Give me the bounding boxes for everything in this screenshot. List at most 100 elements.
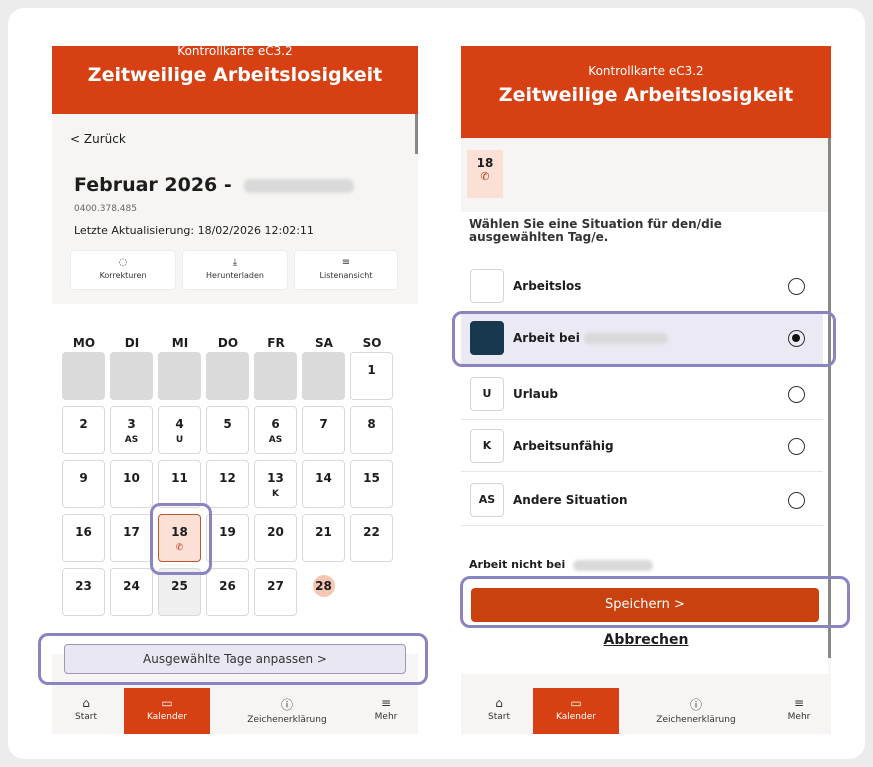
- nav-label: Zeichenerklärung: [656, 715, 736, 725]
- list-view-button[interactable]: ≡ Listenansicht: [294, 250, 398, 290]
- situation-option[interactable]: Arbeitslos: [461, 260, 823, 312]
- situation-option[interactable]: K Arbeitsunfähig: [461, 420, 823, 472]
- calendar-day-14[interactable]: 14: [302, 460, 345, 508]
- cancel-link[interactable]: Abbrechen: [461, 632, 831, 648]
- situation-code: AS: [470, 483, 504, 517]
- day-number: 4: [175, 417, 184, 431]
- nav-kalender[interactable]: ▭ Kalender: [533, 688, 619, 734]
- day-number: 10: [123, 471, 140, 485]
- menu-icon: ≡: [380, 696, 392, 710]
- day-number: 20: [267, 525, 284, 539]
- calendar-empty-cell: [158, 352, 201, 400]
- calendar-day-12[interactable]: 12: [206, 460, 249, 508]
- calendar-day-20[interactable]: 20: [254, 514, 297, 562]
- day-number: 26: [219, 579, 236, 593]
- calendar-empty-cell: [110, 352, 153, 400]
- calendar-empty-cell: [302, 352, 345, 400]
- situation-option[interactable]: U Urlaub: [461, 368, 823, 420]
- last-update: Letzte Aktualisierung: 18/02/2026 12:02:…: [74, 224, 314, 237]
- home-icon: ⌂: [495, 696, 503, 710]
- day-number: 24: [123, 579, 140, 593]
- day-number: 12: [219, 471, 236, 485]
- day-number: 27: [267, 579, 284, 593]
- calendar-day-24[interactable]: 24: [110, 568, 153, 616]
- calendar-day-5[interactable]: 5: [206, 406, 249, 454]
- situation-label-text: Arbeitsunfähig: [513, 439, 614, 453]
- calendar-day-7[interactable]: 7: [302, 406, 345, 454]
- calendar-day-23[interactable]: 23: [62, 568, 105, 616]
- day-number: 21: [315, 525, 332, 539]
- download-button[interactable]: ⤓ Herunterladen: [182, 250, 288, 290]
- calendar-day-28[interactable]: 28: [302, 568, 345, 616]
- calendar-day-26[interactable]: 26: [206, 568, 249, 616]
- header-subtitle: Kontrollkarte eC3.2: [177, 46, 293, 58]
- nav-mehr[interactable]: ≡ Mehr: [358, 688, 414, 734]
- chat-icon: ◌: [118, 257, 128, 268]
- radio-button[interactable]: [788, 438, 805, 455]
- day-number: 9: [79, 471, 88, 485]
- nav-mehr[interactable]: ≡ Mehr: [771, 688, 827, 734]
- calendar-day-15[interactable]: 15: [350, 460, 393, 508]
- day-status-badge: K: [272, 489, 279, 499]
- day-number: 7: [319, 417, 328, 431]
- nav-start[interactable]: ⌂ Start: [469, 688, 529, 734]
- situation-code: K: [470, 429, 504, 463]
- calendar-day-17[interactable]: 17: [110, 514, 153, 562]
- calendar-screen: Kontrollkarte eC3.2 Zeitweilige Arbeitsl…: [52, 46, 418, 734]
- situation-code: [470, 269, 504, 303]
- situation-prompt: Wählen Sie eine Situation für den/die au…: [469, 217, 722, 244]
- nav-kalender[interactable]: ▭ Kalender: [124, 688, 210, 734]
- calendar-day-6[interactable]: 6 AS: [254, 406, 297, 454]
- app-header: Kontrollkarte eC3.2 Zeitweilige Arbeitsl…: [461, 46, 831, 138]
- calendar-day-21[interactable]: 21: [302, 514, 345, 562]
- menu-icon: ≡: [793, 696, 805, 710]
- weekday-label: FR: [267, 336, 285, 350]
- day-status-badge: AS: [124, 435, 139, 445]
- radio-button[interactable]: [788, 492, 805, 509]
- not-at-text: Arbeit nicht bei: [469, 558, 566, 571]
- calendar-day-9[interactable]: 9: [62, 460, 105, 508]
- nav-label: Mehr: [374, 712, 398, 722]
- day-number: 23: [75, 579, 92, 593]
- situation-label: Urlaub: [513, 387, 558, 401]
- header-subtitle: Kontrollkarte eC3.2: [588, 64, 704, 78]
- day-number: 2: [79, 417, 88, 431]
- situation-option[interactable]: AS Andere Situation: [461, 474, 823, 526]
- nav-zeichenerklaerung[interactable]: ⓘ Zeichenerklärung: [222, 688, 352, 734]
- bottom-nav: ⌂ Start ▭ Kalender ⓘ Zeichenerklärung ≡ Mehr: [52, 688, 418, 734]
- calendar-day-13[interactable]: 13 K: [254, 460, 297, 508]
- calendar-day-11[interactable]: 11: [158, 460, 201, 508]
- home-icon: ⌂: [82, 696, 90, 710]
- highlight-day-18: [150, 503, 212, 575]
- calendar-day-10[interactable]: 10: [110, 460, 153, 508]
- situation-label: Arbeitslos: [513, 279, 581, 293]
- calendar-day-8[interactable]: 8: [350, 406, 393, 454]
- app-header: Kontrollkarte eC3.2 Zeitweilige Arbeitsl…: [52, 46, 418, 114]
- calendar-day-22[interactable]: 22: [350, 514, 393, 562]
- nav-zeichenerklaerung[interactable]: ⓘ Zeichenerklärung: [631, 688, 761, 734]
- calendar-day-1[interactable]: 1: [350, 352, 393, 400]
- list-icon: ≡: [341, 257, 351, 268]
- company-number: 0400.378.485: [74, 204, 137, 214]
- scrollbar[interactable]: [415, 114, 418, 154]
- situation-label: Arbeitsunfähig: [513, 439, 614, 453]
- day-number: 6: [271, 417, 280, 431]
- situation-label-text: Arbeitslos: [513, 279, 582, 293]
- radio-button[interactable]: [788, 278, 805, 295]
- calendar-day-19[interactable]: 19: [206, 514, 249, 562]
- day-number: 15: [363, 471, 380, 485]
- calendar-day-16[interactable]: 16: [62, 514, 105, 562]
- bottom-nav: ⌂ Start ▭ Kalender ⓘ Zeichenerklärung ≡ Mehr: [461, 688, 831, 734]
- nav-start[interactable]: ⌂ Start: [56, 688, 116, 734]
- back-link[interactable]: < Zurück: [70, 132, 126, 146]
- calendar-day-3[interactable]: 3 AS: [110, 406, 153, 454]
- corrections-button[interactable]: ◌ Korrekturen: [70, 250, 176, 290]
- calendar-day-4[interactable]: 4U: [158, 406, 201, 454]
- calendar-day-25[interactable]: 25: [158, 568, 201, 616]
- tool-label: Listenansicht: [319, 271, 373, 280]
- radio-button[interactable]: [788, 386, 805, 403]
- calendar-day-2[interactable]: 2: [62, 406, 105, 454]
- calendar-day-27[interactable]: 27: [254, 568, 297, 616]
- tool-label: Korrekturen: [99, 271, 147, 280]
- day-status-badge: AS: [268, 435, 283, 445]
